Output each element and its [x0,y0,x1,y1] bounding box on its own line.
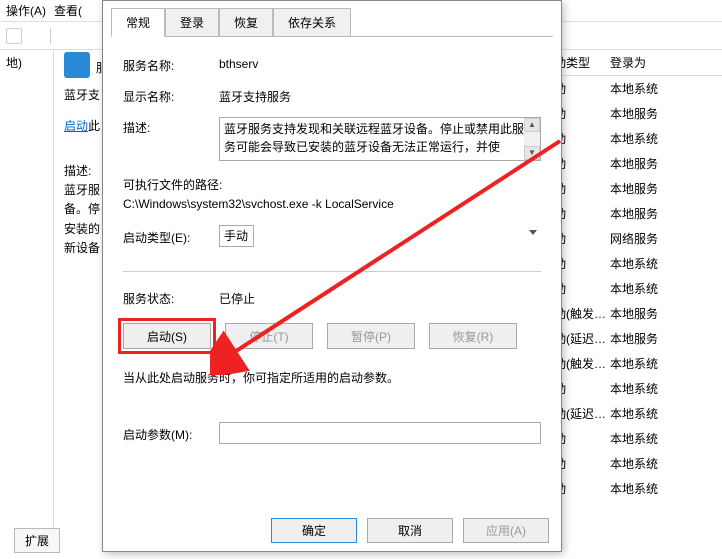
table-row[interactable]: 动本地系统 [552,251,722,276]
dialog-footer: 确定 取消 应用(A) [271,518,549,543]
table-row[interactable]: 动本地系统 [552,276,722,301]
sidebar-item[interactable]: 地) [0,50,53,75]
properties-dialog: 常规 登录 恢复 依存关系 服务名称: bthserv 显示名称: 蓝牙支持服务… [102,0,562,552]
path-label: 可执行文件的路径: [123,176,541,193]
tab-general[interactable]: 常规 [111,8,165,37]
scroll-up-icon[interactable]: ▲ [524,118,540,132]
tab-logon[interactable]: 登录 [165,8,219,37]
description-textarea[interactable]: 蓝牙服务支持发现和关联远程蓝牙设备。停止或禁用此服务可能会导致已安装的蓝牙设备无… [219,117,541,161]
start-suffix: 此 [88,119,100,133]
table-row[interactable]: 动本地服务 [552,101,722,126]
col-logon-as[interactable]: 登录为 [610,54,720,71]
table-row[interactable]: 动(触发…本地服务 [552,301,722,326]
tab-recovery[interactable]: 恢复 [219,8,273,37]
menu-view[interactable]: 查看( [54,2,82,19]
ok-button[interactable]: 确定 [271,518,357,543]
status-value: 已停止 [219,288,541,307]
table-row[interactable]: 动网络服务 [552,226,722,251]
col-start-type[interactable]: 动类型 [554,54,610,71]
start-button[interactable]: 启动(S) [123,323,211,349]
display-name-value: 蓝牙支持服务 [219,86,541,105]
table-row[interactable]: 动本地服务 [552,201,722,226]
services-list: 动类型 登录为 动本地系统动本地服务动本地系统动本地服务动本地服务动本地服务动网… [552,50,722,501]
sidebar: 地) [0,50,54,530]
menu-action[interactable]: 操作(A) [6,2,46,19]
cancel-button[interactable]: 取消 [367,518,453,543]
hint-text: 当从此处启动服务时，你可指定所适用的启动参数。 [123,369,541,386]
scroll-down-icon[interactable]: ▼ [524,146,540,160]
param-label: 启动参数(M): [123,424,219,443]
tab-content: 服务名称: bthserv 显示名称: 蓝牙支持服务 描述: 蓝牙服务支持发现和… [111,36,553,510]
rows-container: 动本地系统动本地服务动本地系统动本地服务动本地服务动本地服务动网络服务动本地系统… [552,76,722,501]
ext-tab[interactable]: 扩展 [14,528,60,553]
table-row[interactable]: 动本地系统 [552,451,722,476]
table-row[interactable]: 动本地系统 [552,476,722,501]
column-headers: 动类型 登录为 [552,50,722,76]
start-type-select[interactable]: 手动 [219,225,254,247]
display-name-label: 显示名称: [123,86,219,105]
table-row[interactable]: 动本地系统 [552,76,722,101]
service-name-label: 服务名称: [123,55,219,74]
table-row[interactable]: 动(延迟…本地服务 [552,326,722,351]
separator [50,28,51,44]
table-row[interactable]: 动本地系统 [552,376,722,401]
table-row[interactable]: 动(触发…本地系统 [552,351,722,376]
path-value: C:\Windows\system32\svchost.exe -k Local… [123,197,541,211]
table-row[interactable]: 动本地系统 [552,126,722,151]
pause-button: 暂停(P) [327,323,415,349]
forward-icon[interactable] [26,28,42,44]
divider [123,271,541,272]
description-label: 描述: [123,117,219,136]
service-name-value: bthserv [219,55,541,71]
start-type-label: 启动类型(E): [123,227,219,246]
tab-strip: 常规 登录 恢复 依存关系 [103,1,561,36]
start-link[interactable]: 启动 [64,119,88,133]
table-row[interactable]: 动本地系统 [552,426,722,451]
service-list-icon [64,52,90,78]
stop-button: 停止(T) [225,323,313,349]
scrollbar[interactable]: ▲ ▼ [524,118,540,160]
table-row[interactable]: 动(延迟…本地系统 [552,401,722,426]
tab-deps[interactable]: 依存关系 [273,8,351,37]
status-label: 服务状态: [123,288,219,307]
param-input[interactable] [219,422,541,444]
resume-button: 恢复(R) [429,323,517,349]
chevron-down-icon [529,230,537,235]
apply-button: 应用(A) [463,518,549,543]
back-icon[interactable] [6,28,22,44]
start-button-highlight: 启动(S) [123,323,211,349]
table-row[interactable]: 动本地服务 [552,151,722,176]
table-row[interactable]: 动本地服务 [552,176,722,201]
